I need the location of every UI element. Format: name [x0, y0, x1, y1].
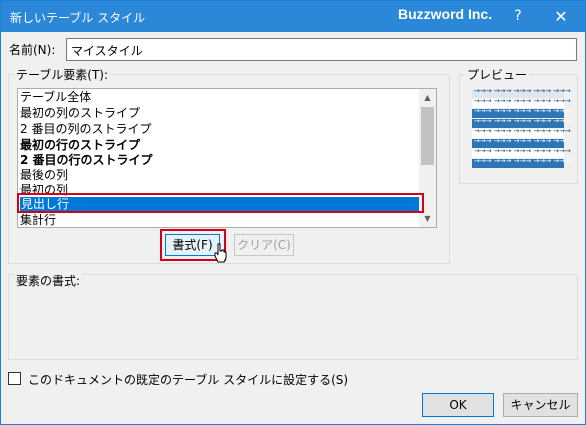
- brand-label: Buzzword Inc.: [398, 6, 493, 22]
- hand-cursor-icon: [214, 243, 227, 263]
- list-item[interactable]: 最初の行のストライプ: [20, 138, 140, 153]
- preview-arrows: →→→ →→→ →→→ →→→ →→→: [474, 117, 571, 125]
- ok-button[interactable]: OK: [422, 393, 494, 417]
- list-item[interactable]: 2 番目の行のストライプ: [20, 153, 153, 168]
- default-style-checkbox-label[interactable]: このドキュメントの既定のテーブル スタイルに設定する(S): [28, 371, 348, 388]
- preview-arrows: →→→ →→→ →→→ →→→ →→→: [474, 107, 571, 115]
- preview-arrows: →→→ →→→ →→→ →→→ →→→: [474, 87, 571, 95]
- list-item[interactable]: 2 番目の列のストライプ: [20, 122, 151, 137]
- preview-table: →→→ →→→ →→→ →→→ →→→ →→→ →→→ →→→ →→→ →→→ …: [472, 87, 571, 171]
- list-item[interactable]: テーブル全体: [20, 90, 91, 105]
- preview-arrows: →→→ →→→ →→→ →→→ →→→: [474, 127, 571, 135]
- help-button[interactable]: ?: [498, 1, 538, 32]
- dialog-title: 新しいテーブル スタイル: [10, 11, 146, 25]
- preview-label: プレビュー: [465, 66, 530, 83]
- default-style-checkbox[interactable]: [8, 372, 21, 385]
- clear-button[interactable]: クリア(C): [234, 234, 294, 256]
- preview-arrows: →→→ →→→ →→→ →→→ →→→: [474, 137, 571, 145]
- selection-highlight-frame: [17, 193, 424, 213]
- table-elements-label: テーブル要素(T):: [14, 66, 111, 83]
- format-button[interactable]: 書式(F): [165, 234, 220, 256]
- title-bar[interactable]: 新しいテーブル スタイル Buzzword Inc. ? ✕: [1, 1, 585, 32]
- name-label: 名前(N):: [9, 43, 56, 57]
- preview-arrows: →→→ →→→ →→→ →→→ →→→: [474, 97, 571, 105]
- scroll-thumb[interactable]: [421, 107, 434, 165]
- element-format-group: [8, 274, 578, 360]
- preview-arrows: →→→ →→→ →→→ →→→ →→→: [474, 157, 571, 165]
- list-item[interactable]: 最初の列のストライプ: [20, 106, 140, 121]
- list-item[interactable]: 最後の列: [20, 168, 68, 183]
- scroll-up-icon[interactable]: ▲: [419, 89, 436, 106]
- close-button[interactable]: ✕: [538, 1, 584, 32]
- cancel-button[interactable]: キャンセル: [503, 393, 578, 417]
- element-format-label: 要素の書式:: [14, 272, 83, 289]
- preview-arrows: →→→ →→→ →→→ →→→ →→→: [474, 147, 571, 155]
- preview-row: →→→ →→→ →→→ →→→ →→→: [472, 157, 571, 168]
- list-item[interactable]: 集計行: [20, 213, 56, 227]
- name-input[interactable]: マイスタイル: [66, 38, 577, 61]
